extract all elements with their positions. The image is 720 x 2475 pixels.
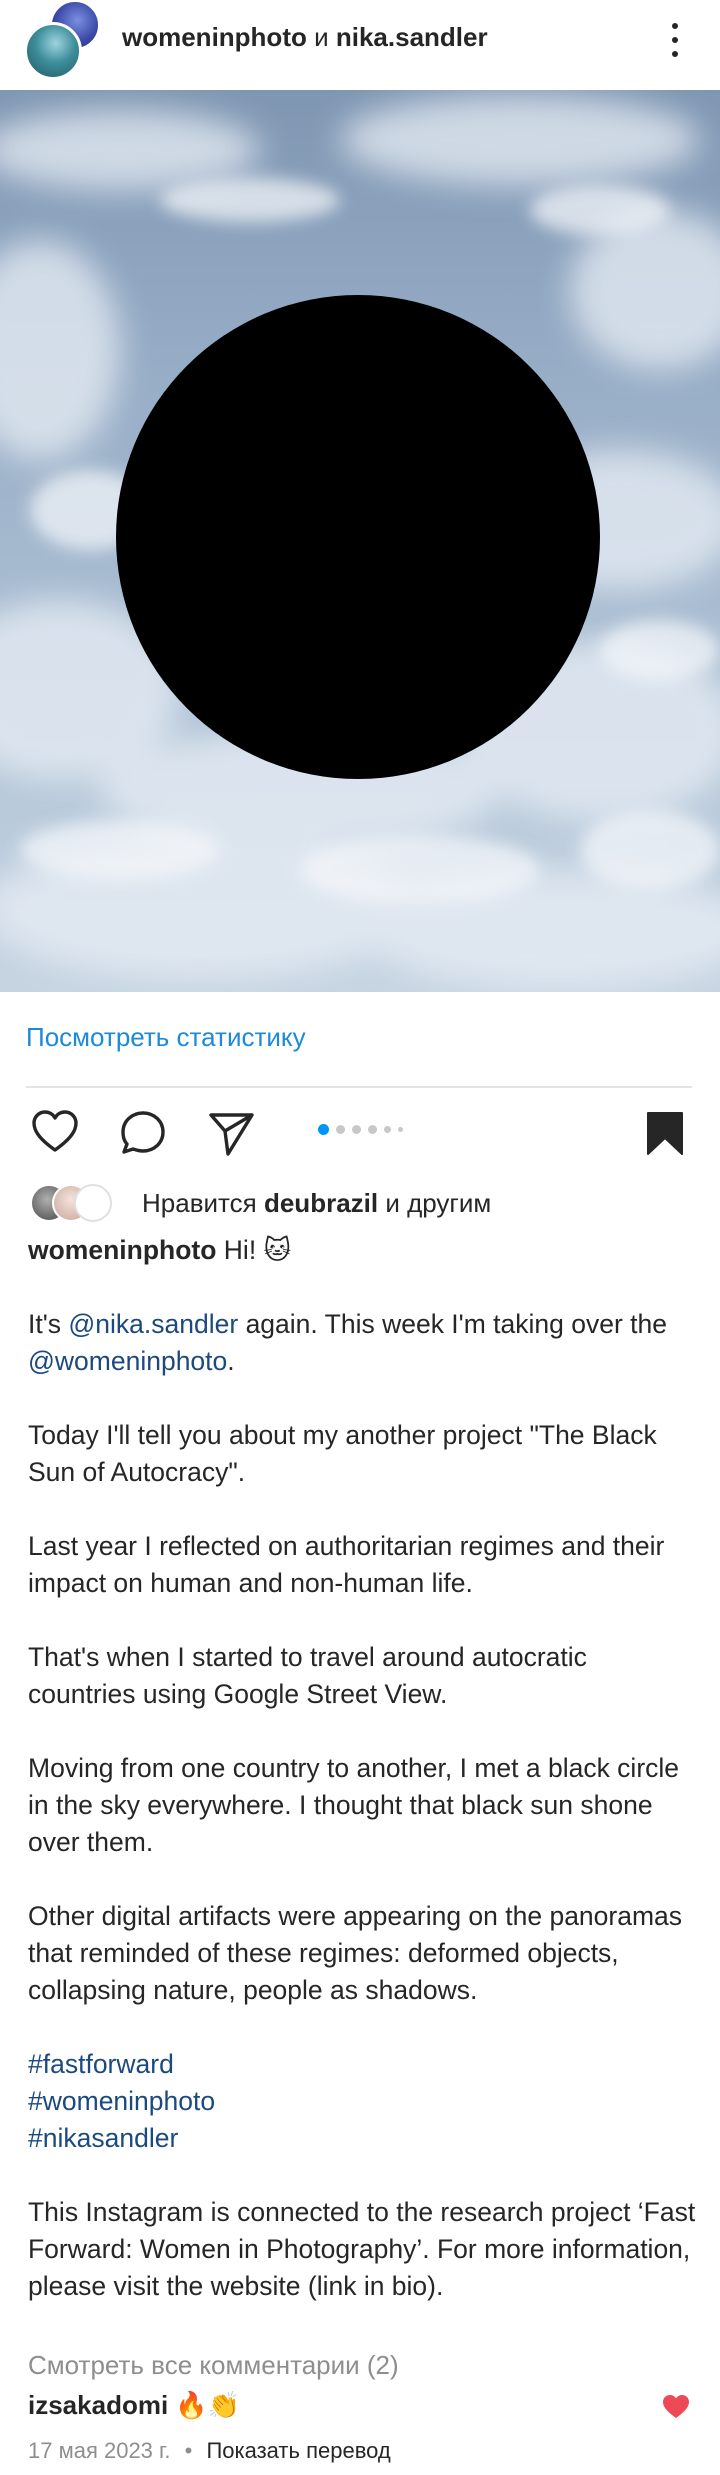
- show-translation-link[interactable]: Показать перевод: [206, 2438, 390, 2463]
- view-all-comments-link[interactable]: Смотреть все комментарии (2): [28, 2350, 399, 2381]
- hashtag-link[interactable]: #womeninphoto: [28, 2083, 698, 2120]
- conjunction: и: [314, 22, 329, 52]
- black-sun: [116, 295, 600, 779]
- likes-summary[interactable]: Нравится deubrazil и другим: [30, 1184, 710, 1224]
- caption-paragraph: This Instagram is connected to the resea…: [28, 2197, 696, 2301]
- caption-greeting: Hi! 🐱: [223, 1235, 292, 1265]
- post-image[interactable]: [0, 90, 720, 992]
- caption-text: It's: [28, 1309, 69, 1339]
- post-header: womeninphoto и nika.sandler: [0, 0, 720, 90]
- hashtag-link[interactable]: #fastforward: [28, 2046, 698, 2083]
- caption-paragraph: Last year I reflected on authoritarian r…: [28, 1531, 665, 1598]
- caption-username[interactable]: womeninphoto: [28, 1235, 216, 1265]
- caption-paragraph: Today I'll tell you about my another pro…: [28, 1420, 657, 1487]
- meta-separator: •: [184, 2438, 193, 2463]
- comment-username[interactable]: izsakadomi: [28, 2390, 168, 2420]
- bookmark-icon[interactable]: [640, 1108, 690, 1158]
- share-icon[interactable]: [206, 1108, 256, 1158]
- comment-text: 🔥👏: [175, 2390, 241, 2420]
- more-vert-icon[interactable]: [660, 18, 690, 62]
- hashtag-link[interactable]: #nikasandler: [28, 2120, 698, 2157]
- action-bar: [0, 1100, 720, 1164]
- coauthor-username[interactable]: nika.sandler: [336, 22, 488, 52]
- comment-icon[interactable]: [118, 1108, 168, 1158]
- carousel-dot: [384, 1126, 391, 1133]
- carousel-dot-active: [318, 1124, 329, 1135]
- carousel-dot: [398, 1127, 403, 1132]
- likes-prefix: Нравится: [142, 1188, 257, 1218]
- likes-suffix: и другим: [385, 1188, 492, 1218]
- avatar[interactable]: [24, 22, 82, 80]
- collab-title: womeninphoto и nika.sandler: [122, 22, 488, 53]
- heart-filled-icon[interactable]: [662, 2394, 690, 2420]
- author-username[interactable]: womeninphoto: [122, 22, 307, 52]
- view-insights-link[interactable]: Посмотреть статистику: [26, 1022, 306, 1053]
- comment-row: izsakadomi 🔥👏: [28, 2390, 240, 2421]
- caption-paragraph: That's when I started to travel around a…: [28, 1642, 587, 1709]
- post-caption: womeninphoto Hi! 🐱 It's @nika.sandler ag…: [28, 1232, 698, 2305]
- sky-photo: [0, 95, 720, 990]
- likes-text[interactable]: Нравится deubrazil и другим: [142, 1188, 491, 1219]
- caption-paragraph: Moving from one country to another, I me…: [28, 1753, 680, 1857]
- mention-link[interactable]: @womeninphoto: [28, 1346, 227, 1376]
- caption-paragraph: Other digital artifacts were appearing o…: [28, 1901, 683, 2005]
- heart-icon[interactable]: [30, 1108, 80, 1158]
- liker-username[interactable]: deubrazil: [264, 1188, 378, 1218]
- collab-avatars[interactable]: [24, 0, 104, 80]
- divider: [26, 1086, 692, 1088]
- caption-text: again. This week I'm taking over the: [238, 1309, 667, 1339]
- mention-link[interactable]: @nika.sandler: [68, 1309, 238, 1339]
- caption-text: .: [227, 1346, 235, 1376]
- post-date: 17 мая 2023 г.: [28, 2438, 171, 2463]
- post-meta: 17 мая 2023 г. • Показать перевод: [28, 2438, 391, 2464]
- carousel-dot: [352, 1125, 361, 1134]
- carousel-dot: [336, 1125, 345, 1134]
- carousel-dot: [368, 1125, 377, 1134]
- liker-avatar: [74, 1184, 112, 1222]
- carousel-indicator: [318, 1124, 403, 1135]
